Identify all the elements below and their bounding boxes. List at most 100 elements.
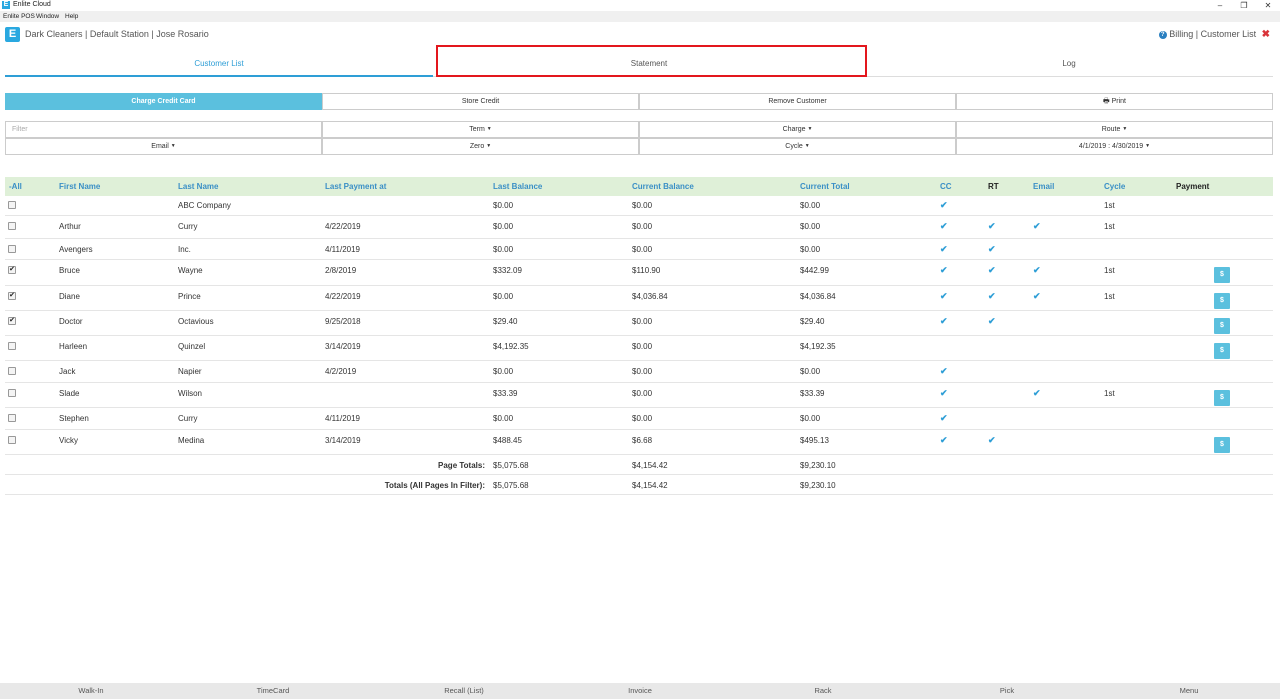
charge-credit-card-button[interactable]: Charge Credit Card (5, 93, 322, 110)
table-row[interactable]: ✔ Bruce Wayne 2/8/2019 $332.09 $110.90 $442.99… (5, 260, 1273, 286)
app-header: E Dark Cleaners | Default Station | Jose… (0, 24, 1280, 46)
table-row[interactable]: Harleen Quinzel 3/14/2019 $4,192.35 $0.00 $4,… (5, 336, 1273, 361)
table-row[interactable]: Slade Wilson $33.39 $0.00 $33.39 1st ✔ ✔ $ (5, 383, 1273, 408)
row-checkbox[interactable] (8, 342, 16, 350)
tab-log[interactable]: Log (865, 52, 1273, 76)
payment-button[interactable]: $ (1214, 293, 1230, 309)
cell-last-balance: $0.00 (493, 222, 514, 231)
total-last-balance: $5,075.68 (493, 461, 529, 470)
cell-current-balance: $0.00 (632, 201, 653, 210)
cc-check-icon: ✔ (940, 265, 948, 275)
payment-button[interactable]: $ (1214, 437, 1230, 453)
close-icon[interactable]: ✖ (1262, 29, 1270, 40)
row-checkbox[interactable] (8, 245, 16, 253)
cell-last-payment: 4/11/2019 (325, 414, 360, 423)
page-totals-row: Page Totals: $5,075.68 $4,154.42 $9,230.10 (5, 455, 1273, 475)
table-row[interactable]: Vicky Medina 3/14/2019 $488.45 $6.68 $495.13 ✔… (5, 430, 1273, 455)
row-checkbox[interactable] (8, 436, 16, 444)
row-checkbox[interactable] (8, 414, 16, 422)
last-name-header[interactable]: Last Name (178, 182, 218, 191)
cell-last-balance: $0.00 (493, 367, 514, 376)
invoice-button[interactable]: Invoice (549, 686, 731, 695)
row-checkbox[interactable] (8, 367, 16, 375)
payment-button[interactable]: $ (1214, 318, 1230, 334)
recall-list-button[interactable]: Recall (List) (373, 686, 555, 695)
enlite-logo[interactable]: E (5, 27, 20, 42)
row-checkbox[interactable] (8, 222, 16, 230)
menu-window[interactable]: Window (36, 13, 59, 20)
cell-last: Curry (178, 222, 198, 231)
table-row[interactable]: ✔ Diane Prince 4/22/2019 $0.00 $4,036.84 $4,03… (5, 286, 1273, 311)
cell-cycle: 1st (1104, 222, 1115, 231)
table-row[interactable]: Stephen Curry 4/11/2019 $0.00 $0.00 $0.00 ✔ (5, 408, 1273, 430)
payment-button[interactable]: $ (1214, 390, 1230, 406)
bottom-nav: Walk-In TimeCard Recall (List) Invoice R… (0, 683, 1280, 699)
walk-in-button[interactable]: Walk-In (0, 686, 182, 695)
pick-button[interactable]: Pick (916, 686, 1098, 695)
cell-first: Vicky (59, 436, 78, 445)
remove-customer-button[interactable]: Remove Customer (639, 93, 956, 110)
cell-current-total: $0.00 (800, 414, 821, 423)
menu-bar: Enlite POS Window Help (0, 11, 1280, 22)
filter-input[interactable]: Filter (5, 121, 322, 138)
current-balance-header[interactable]: Current Balance (632, 182, 694, 191)
cycle-dropdown[interactable]: Cycle ▼ (639, 138, 956, 155)
select-all-header[interactable]: -All (9, 182, 22, 191)
last-payment-header[interactable]: Last Payment at (325, 182, 386, 191)
route-label: Route (1101, 126, 1121, 133)
menu-enlite-pos[interactable]: Enlite POS (3, 13, 35, 20)
cell-first: Avengers (59, 245, 93, 254)
station-info: Dark Cleaners | Default Station | Jose R… (25, 29, 209, 39)
route-dropdown[interactable]: Route ▼ (956, 121, 1273, 138)
charge-dropdown[interactable]: Charge ▼ (639, 121, 956, 138)
email-check-icon: ✔ (1033, 291, 1041, 301)
tab-customer-list[interactable]: Customer List (5, 52, 433, 77)
table-row[interactable]: ABC Company $0.00 $0.00 $0.00 1st ✔ (5, 196, 1273, 216)
close-window-icon[interactable]: ✕ (1256, 0, 1280, 11)
cc-header[interactable]: CC (940, 182, 952, 191)
table-row[interactable]: Arthur Curry 4/22/2019 $0.00 $0.00 $0.00 1st ✔ ✔… (5, 216, 1273, 239)
row-checkbox[interactable] (8, 201, 16, 209)
table-row[interactable]: ✔ Doctor Octavious 9/25/2018 $29.40 $0.00 $29.… (5, 311, 1273, 336)
email-header[interactable]: Email (1033, 182, 1054, 191)
cell-last: Wayne (178, 266, 203, 275)
current-total-header[interactable]: Current Total (800, 182, 850, 191)
row-checkbox[interactable] (8, 389, 16, 397)
table-row[interactable]: Avengers Inc. 4/11/2019 $0.00 $0.00 $0.00 ✔ ✔ (5, 239, 1273, 260)
table-row[interactable]: Jack Napier 4/2/2019 $0.00 $0.00 $0.00 ✔ (5, 361, 1273, 383)
store-credit-button[interactable]: Store Credit (322, 93, 639, 110)
row-checkbox[interactable]: ✔ (8, 292, 16, 300)
timecard-button[interactable]: TimeCard (182, 686, 364, 695)
date-range-dropdown[interactable]: 4/1/2019 : 4/30/2019 ▼ (956, 138, 1273, 155)
last-balance-header[interactable]: Last Balance (493, 182, 542, 191)
payment-header: Payment (1176, 182, 1210, 191)
cell-first: Slade (59, 389, 80, 398)
cell-first: Diane (59, 292, 80, 301)
payment-button[interactable]: $ (1214, 343, 1230, 359)
cell-last-balance: $0.00 (493, 245, 514, 254)
zero-dropdown[interactable]: Zero ▼ (322, 138, 639, 155)
print-button[interactable]: 🖶 Print (956, 93, 1273, 110)
table-header: -All First Name Last Name Last Payment a… (5, 177, 1273, 196)
row-checkbox[interactable]: ✔ (8, 317, 16, 325)
menu-button[interactable]: Menu (1098, 686, 1280, 695)
help-icon[interactable]: ? (1158, 31, 1167, 39)
payment-button[interactable]: $ (1214, 267, 1230, 283)
first-name-header[interactable]: First Name (59, 182, 100, 191)
maximize-icon[interactable]: ❐ (1232, 0, 1256, 11)
cell-last: Wilson (178, 389, 203, 398)
total-current-total: $9,230.10 (800, 481, 836, 490)
cell-last-balance: $332.09 (493, 266, 522, 275)
breadcrumb-text[interactable]: Billing | Customer List (1169, 29, 1256, 39)
email-dropdown[interactable]: Email ▼ (5, 138, 322, 155)
menu-help[interactable]: Help (65, 13, 78, 20)
cc-check-icon: ✔ (940, 366, 948, 376)
cycle-header[interactable]: Cycle (1104, 182, 1125, 191)
cell-last: Octavious (178, 317, 214, 326)
minimize-icon[interactable]: – (1208, 0, 1232, 11)
term-dropdown[interactable]: Term ▼ (322, 121, 639, 138)
rack-button[interactable]: Rack (732, 686, 914, 695)
row-checkbox[interactable]: ✔ (8, 266, 16, 274)
cell-last-payment: 4/11/2019 (325, 245, 360, 254)
cell-current-total: $0.00 (800, 367, 821, 376)
